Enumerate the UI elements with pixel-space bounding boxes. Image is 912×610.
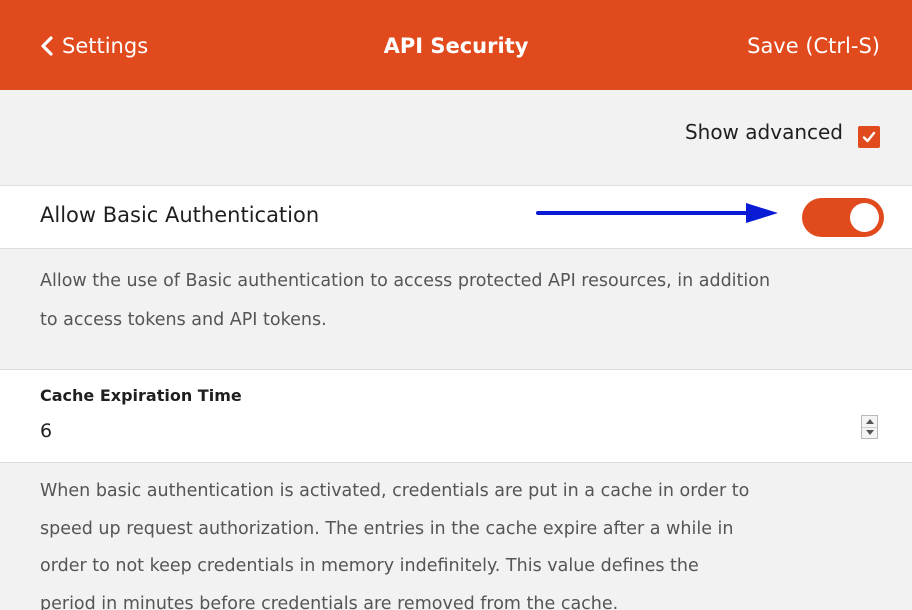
toggle-knob — [850, 203, 879, 232]
annotation-arrow — [536, 203, 778, 223]
cache-expiration-description: When basic authentication is activated, … — [40, 481, 750, 610]
chevron-left-icon — [41, 36, 53, 56]
cache-expiration-field-row: Cache Expiration Time — [0, 370, 912, 463]
save-button[interactable]: Save (Ctrl-S) — [747, 28, 880, 64]
cache-expiration-label: Cache Expiration Time — [40, 386, 242, 405]
back-button-label: Settings — [62, 34, 149, 58]
show-advanced-row: Show advanced — [0, 90, 912, 186]
cache-expiration-stepper[interactable] — [861, 415, 878, 439]
cache-expiration-description-block: When basic authentication is activated, … — [0, 463, 912, 610]
triangle-down-icon — [865, 430, 874, 435]
allow-basic-auth-label: Allow Basic Authentication — [40, 203, 320, 227]
show-advanced-label: Show advanced — [684, 120, 843, 144]
triangle-up-icon — [865, 419, 874, 424]
api-security-screen: Settings API Security Save (Ctrl-S) Show… — [0, 0, 912, 610]
allow-basic-auth-toggle[interactable] — [802, 198, 884, 237]
cache-expiration-input[interactable] — [40, 420, 830, 442]
basic-auth-description-block: Allow the use of Basic authentication to… — [0, 249, 912, 370]
back-to-settings-button[interactable]: Settings — [40, 28, 148, 64]
spin-down-button[interactable] — [862, 427, 877, 438]
checkmark-icon — [862, 131, 876, 143]
show-advanced-checkbox[interactable] — [858, 126, 880, 148]
top-bar: Settings API Security Save (Ctrl-S) — [0, 0, 912, 90]
basic-auth-description: Allow the use of Basic authentication to… — [40, 271, 771, 330]
